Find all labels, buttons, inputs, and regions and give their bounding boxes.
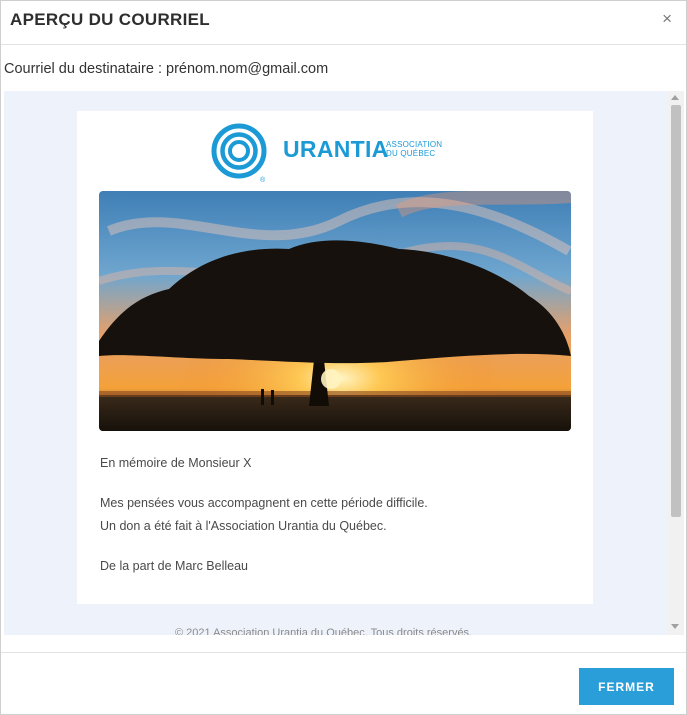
- condolence-line: Mes pensées vous accompagnent en cette p…: [100, 496, 428, 510]
- scroll-thumb[interactable]: [671, 105, 681, 517]
- sunset-tree-illustration: [99, 191, 571, 431]
- email-card: ® URANTIA ASSOCIATION DU QUÉBEC En mémoi…: [77, 111, 593, 604]
- preview-scrollbar[interactable]: [668, 91, 684, 635]
- sender-line: De la part de Marc Belleau: [100, 559, 248, 573]
- modal-title: APERÇU DU COURRIEL: [10, 10, 210, 29]
- close-icon[interactable]: ×: [662, 10, 672, 27]
- memorial-line: En mémoire de Monsieur X: [100, 456, 252, 470]
- logo-subtitle-line1: ASSOCIATION: [386, 140, 443, 149]
- donation-line: Un don a été fait à l'Association Uranti…: [100, 519, 387, 533]
- modal-header: APERÇU DU COURRIEL ×: [1, 1, 686, 45]
- urantia-logo-icon: ®: [211, 123, 267, 183]
- footer-divider: [1, 652, 686, 653]
- sunset-tree-image: [99, 191, 571, 431]
- recipient-email-text: Courriel du destinataire : prénom.nom@gm…: [4, 61, 329, 77]
- logo-subtitle-line2: DU QUÉBEC: [386, 149, 436, 158]
- scroll-down-arrow-icon[interactable]: [671, 624, 679, 629]
- email-preview-viewport[interactable]: ® URANTIA ASSOCIATION DU QUÉBEC En mémoi…: [4, 91, 684, 635]
- close-button[interactable]: FERMER: [579, 668, 674, 705]
- scroll-up-arrow-icon[interactable]: [671, 95, 679, 100]
- urantia-logo: ® URANTIA ASSOCIATION DU QUÉBEC: [211, 123, 471, 183]
- logo-subtitle: ASSOCIATION DU QUÉBEC: [386, 140, 442, 158]
- logo-wordmark: URANTIA: [283, 136, 389, 162]
- copyright-footer: © 2021 Association Urantia du Québec. To…: [175, 627, 473, 635]
- registered-mark: ®: [260, 176, 266, 183]
- email-preview-modal: APERÇU DU COURRIEL × Courriel du destina…: [0, 0, 687, 715]
